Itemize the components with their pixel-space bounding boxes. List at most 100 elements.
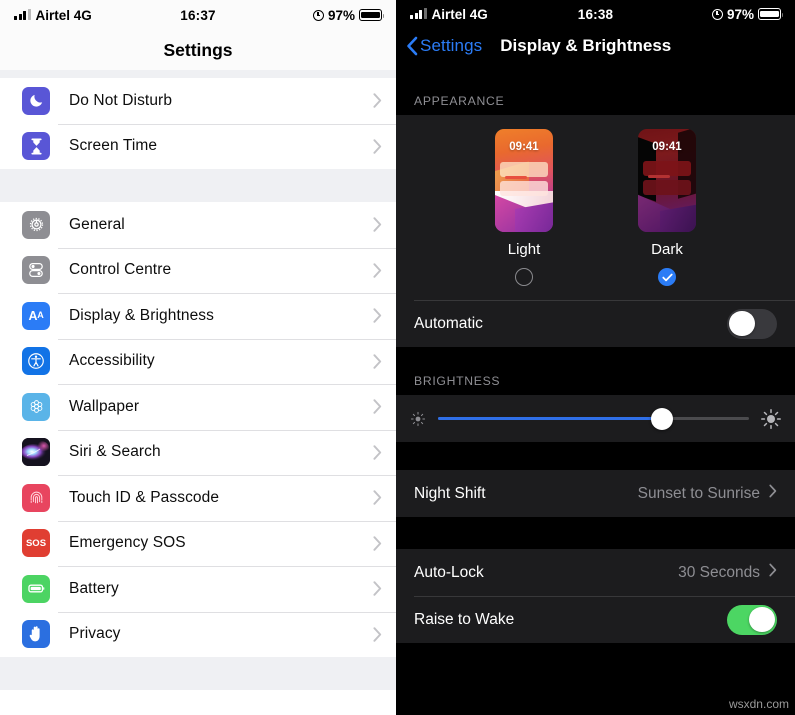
flower-wallpaper-icon	[22, 392, 50, 421]
appearance-option-dark[interactable]: 09:41 Dark	[638, 129, 696, 286]
chevron-right-icon	[373, 490, 382, 505]
appearance-option-caption: Light	[507, 241, 541, 258]
auto-lock-label: Auto-Lock	[414, 563, 484, 581]
settings-row-privacy[interactable]: Privacy	[0, 611, 396, 657]
settings-group-2: General Control Centre A A Display & Bri…	[0, 202, 396, 657]
chevron-right-icon	[373, 445, 382, 460]
nav-bar: Settings Display & Brightness	[396, 28, 795, 64]
status-bar: Airtel 4G 16:38 97%	[396, 0, 795, 28]
group-separator-gap	[0, 169, 396, 202]
row-separator	[414, 596, 795, 597]
aa-text-icon: AA	[22, 301, 50, 330]
battery-icon	[22, 574, 50, 603]
carrier-label: Airtel 4G	[431, 6, 488, 22]
settings-row-label: Siri & Search	[69, 443, 161, 461]
settings-row-screen-time[interactable]: Screen Time	[0, 123, 396, 169]
signal-bars-icon	[14, 9, 31, 20]
preview-clock: 09:41	[509, 141, 539, 153]
dark-radio-button[interactable]	[658, 268, 676, 286]
check-icon	[661, 273, 673, 281]
alarm-clock-icon	[711, 8, 723, 20]
settings-row-touch-id-passcode[interactable]: Touch ID & Passcode	[0, 475, 396, 521]
settings-row-label: Display & Brightness	[69, 306, 215, 324]
brightness-slider-row[interactable]	[396, 395, 795, 442]
night-shift-label: Night Shift	[414, 484, 486, 502]
brightness-card	[396, 395, 795, 442]
settings-row-label: Battery	[69, 579, 119, 597]
settings-row-label: Wallpaper	[69, 397, 140, 415]
chevron-right-icon	[373, 581, 382, 596]
settings-row-display-brightness[interactable]: AA Display & Brightness	[0, 293, 396, 339]
automatic-card: Automatic	[396, 300, 795, 347]
sos-icon: SOS	[22, 529, 50, 558]
auto-lock-value: 30 Seconds	[678, 563, 760, 581]
automatic-toggle[interactable]	[727, 308, 777, 339]
chevron-right-icon	[373, 536, 382, 551]
fingerprint-icon	[22, 483, 50, 512]
raise-to-wake-row[interactable]: Raise to Wake	[396, 596, 795, 643]
moon-icon	[22, 86, 50, 115]
battery-icon	[359, 9, 385, 21]
battery-icon	[758, 8, 784, 20]
settings-row-do-not-disturb[interactable]: Do Not Disturb	[0, 78, 396, 124]
chevron-right-icon	[373, 627, 382, 642]
night-shift-value: Sunset to Sunrise	[637, 484, 760, 502]
brightness-track[interactable]	[438, 407, 749, 430]
settings-row-control-centre[interactable]: Control Centre	[0, 247, 396, 293]
accessibility-person-icon	[22, 347, 50, 376]
brightness-low-icon	[410, 411, 426, 427]
settings-row-general[interactable]: General	[0, 202, 396, 248]
appearance-section-header: APPEARANCE	[414, 94, 505, 108]
status-bar-right: 97%	[216, 8, 385, 23]
brightness-high-icon	[761, 408, 781, 429]
status-bar-left: Airtel 4G	[14, 8, 180, 23]
auto-lock-card: Auto-Lock 30 Seconds Raise to Wake	[396, 549, 795, 643]
status-bar-left: Airtel 4G	[410, 7, 578, 22]
light-wallpaper-preview[interactable]: 09:41	[495, 129, 553, 232]
battery-percent-label: 97%	[726, 6, 754, 22]
status-bar-clock: 16:38	[577, 6, 614, 22]
dark-wallpaper-preview[interactable]: 09:41	[638, 129, 696, 232]
status-bar-clock: 16:37	[180, 7, 216, 23]
list-bottom-gap	[0, 657, 396, 690]
settings-group-1: Do Not Disturb Screen Time	[0, 78, 396, 169]
chevron-right-icon	[769, 563, 777, 582]
settings-row-label: Emergency SOS	[69, 534, 186, 552]
chevron-right-icon	[373, 399, 382, 414]
brightness-section-header: BRIGHTNESS	[396, 347, 795, 395]
toggle-knob	[749, 606, 775, 633]
settings-row-siri-search[interactable]: Siri & Search	[0, 429, 396, 475]
raise-to-wake-toggle[interactable]	[727, 604, 777, 635]
chevron-right-icon	[373, 308, 382, 323]
night-shift-row[interactable]: Night Shift Sunset to Sunrise	[396, 470, 795, 517]
settings-row-accessibility[interactable]: Accessibility	[0, 338, 396, 384]
settings-row-label: Privacy	[69, 625, 121, 643]
auto-lock-row[interactable]: Auto-Lock 30 Seconds	[396, 549, 795, 596]
night-shift-card: Night Shift Sunset to Sunrise	[396, 470, 795, 517]
settings-row-wallpaper[interactable]: Wallpaper	[0, 384, 396, 430]
brightness-slider-thumb[interactable]	[650, 407, 673, 430]
chevron-left-icon	[406, 36, 418, 56]
back-button[interactable]: Settings	[406, 36, 482, 56]
status-bar-right: 97%	[613, 6, 784, 22]
light-radio-button[interactable]	[515, 268, 533, 286]
left-phone-settings-screen: Airtel 4G 16:37 97% Settings Do Not Dist…	[0, 0, 396, 715]
settings-row-battery[interactable]: Battery	[0, 566, 396, 612]
settings-row-emergency-sos[interactable]: SOS Emergency SOS	[0, 520, 396, 566]
settings-row-label: Control Centre	[69, 261, 172, 279]
row-separator	[414, 300, 795, 301]
gear-icon	[22, 210, 50, 239]
back-button-label: Settings	[420, 36, 483, 55]
alarm-clock-icon	[312, 9, 324, 21]
automatic-label: Automatic	[414, 314, 483, 332]
list-top-gap	[0, 70, 396, 78]
appearance-card: 09:41 Light 09:41 Dark	[396, 115, 795, 300]
appearance-option-light[interactable]: 09:41 Light	[495, 129, 553, 286]
automatic-row[interactable]: Automatic	[396, 300, 795, 347]
chevron-right-icon	[373, 139, 382, 154]
appearance-options: 09:41 Light 09:41 Dark	[396, 129, 795, 286]
settings-row-label: Touch ID & Passcode	[69, 488, 220, 506]
chevron-right-icon	[373, 354, 382, 369]
settings-list: Do Not Disturb Screen Time General Contr…	[0, 70, 396, 690]
night-shift-value-group: Sunset to Sunrise	[638, 484, 777, 503]
